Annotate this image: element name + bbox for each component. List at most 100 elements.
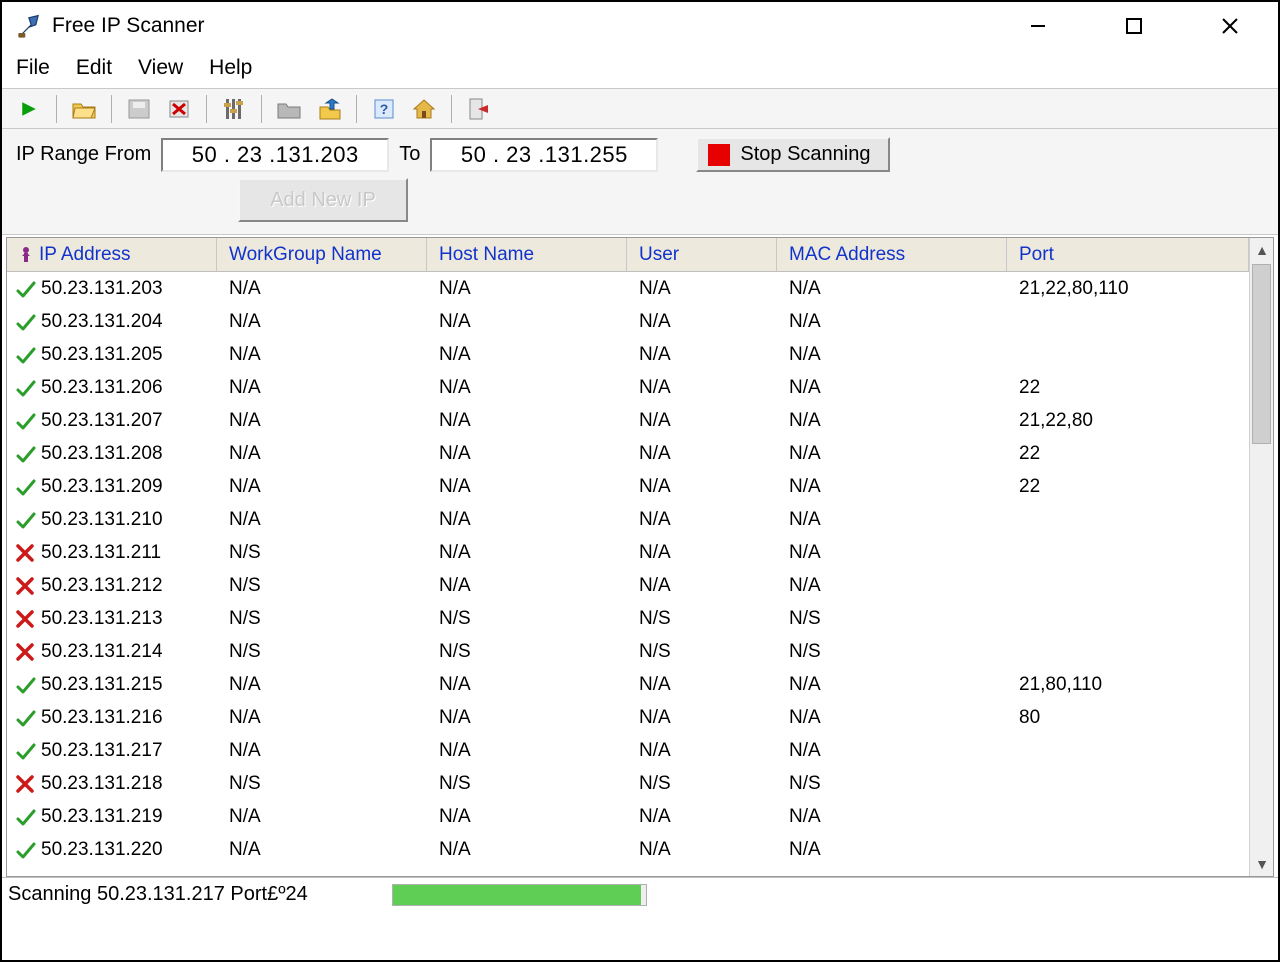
stop-scanning-label: Stop Scanning bbox=[740, 143, 870, 166]
scroll-down-icon[interactable]: ▼ bbox=[1250, 852, 1274, 876]
ip-value: 50.23.131.206 bbox=[41, 377, 163, 399]
cell-ip: 50.23.131.220 bbox=[7, 839, 217, 861]
cell-user: N/S bbox=[627, 608, 777, 630]
cell-ip: 50.23.131.216 bbox=[7, 707, 217, 729]
cell-hostname: N/A bbox=[427, 707, 627, 729]
table-row[interactable]: 50.23.131.211N/SN/AN/AN/A bbox=[7, 536, 1249, 569]
cell-workgroup: N/A bbox=[217, 410, 427, 432]
open-folder-icon[interactable] bbox=[67, 94, 101, 124]
menu-view[interactable]: View bbox=[138, 56, 183, 80]
ip-range-from-label: IP Range From bbox=[16, 143, 151, 166]
table-row[interactable]: 50.23.131.206N/AN/AN/AN/A22 bbox=[7, 371, 1249, 404]
cell-hostname: N/A bbox=[427, 509, 627, 531]
cell-user: N/A bbox=[627, 839, 777, 861]
folder-grey-icon[interactable] bbox=[272, 94, 306, 124]
export-icon[interactable] bbox=[312, 94, 346, 124]
check-icon bbox=[15, 708, 35, 728]
ip-value: 50.23.131.217 bbox=[41, 740, 163, 762]
cell-user: N/A bbox=[627, 542, 777, 564]
cell-ip: 50.23.131.206 bbox=[7, 377, 217, 399]
cell-ip: 50.23.131.210 bbox=[7, 509, 217, 531]
table-row[interactable]: 50.23.131.219N/AN/AN/AN/A bbox=[7, 800, 1249, 833]
table-row[interactable]: 50.23.131.210N/AN/AN/AN/A bbox=[7, 503, 1249, 536]
vertical-scrollbar[interactable]: ▲ ▼ bbox=[1249, 238, 1273, 876]
check-icon bbox=[15, 477, 35, 497]
table-row[interactable]: 50.23.131.217N/AN/AN/AN/A bbox=[7, 734, 1249, 767]
cell-hostname: N/A bbox=[427, 542, 627, 564]
check-icon bbox=[15, 675, 35, 695]
cell-mac: N/A bbox=[777, 509, 1007, 531]
cell-port: 21,22,80 bbox=[1007, 410, 1249, 432]
scroll-up-icon[interactable]: ▲ bbox=[1250, 238, 1274, 262]
ip-value: 50.23.131.216 bbox=[41, 707, 163, 729]
cross-icon bbox=[15, 609, 35, 629]
cell-hostname: N/S bbox=[427, 773, 627, 795]
table-row[interactable]: 50.23.131.205N/AN/AN/AN/A bbox=[7, 338, 1249, 371]
cell-ip: 50.23.131.209 bbox=[7, 476, 217, 498]
table-row[interactable]: 50.23.131.212N/SN/AN/AN/A bbox=[7, 569, 1249, 602]
ip-range-row: IP Range From 50 . 23 .131.203 To 50 . 2… bbox=[2, 129, 1278, 172]
stop-scanning-button[interactable]: Stop Scanning bbox=[696, 137, 890, 172]
cell-hostname: N/A bbox=[427, 278, 627, 300]
cell-hostname: N/A bbox=[427, 443, 627, 465]
check-icon bbox=[15, 279, 35, 299]
ip-to-input[interactable]: 50 . 23 .131.255 bbox=[430, 138, 658, 172]
sort-icon bbox=[19, 246, 33, 264]
cell-hostname: N/A bbox=[427, 674, 627, 696]
home-icon[interactable] bbox=[407, 94, 441, 124]
ip-value: 50.23.131.211 bbox=[41, 542, 161, 564]
column-header-user[interactable]: User bbox=[627, 238, 777, 271]
ip-value: 50.23.131.212 bbox=[41, 575, 163, 597]
cell-user: N/A bbox=[627, 278, 777, 300]
cell-mac: N/S bbox=[777, 641, 1007, 663]
minimize-button[interactable] bbox=[1020, 8, 1056, 44]
column-header-workgroup[interactable]: WorkGroup Name bbox=[217, 238, 427, 271]
menu-file[interactable]: File bbox=[16, 56, 50, 80]
cell-mac: N/A bbox=[777, 476, 1007, 498]
table-row[interactable]: 50.23.131.207N/AN/AN/AN/A21,22,80 bbox=[7, 404, 1249, 437]
table-row[interactable]: 50.23.131.213N/SN/SN/SN/S bbox=[7, 602, 1249, 635]
help-icon[interactable]: ? bbox=[367, 94, 401, 124]
cell-workgroup: N/A bbox=[217, 377, 427, 399]
column-header-mac[interactable]: MAC Address bbox=[777, 238, 1007, 271]
close-button[interactable] bbox=[1212, 8, 1248, 44]
table-row[interactable]: 50.23.131.214N/SN/SN/SN/S bbox=[7, 635, 1249, 668]
cell-user: N/S bbox=[627, 641, 777, 663]
ip-from-input[interactable]: 50 . 23 .131.203 bbox=[161, 138, 389, 172]
start-scan-icon[interactable] bbox=[12, 94, 46, 124]
column-header-ip[interactable]: IP Address bbox=[7, 238, 217, 271]
cell-workgroup: N/A bbox=[217, 740, 427, 762]
cell-hostname: N/A bbox=[427, 806, 627, 828]
table-row[interactable]: 50.23.131.209N/AN/AN/AN/A22 bbox=[7, 470, 1249, 503]
ip-value: 50.23.131.215 bbox=[41, 674, 163, 696]
cell-workgroup: N/S bbox=[217, 641, 427, 663]
cell-workgroup: N/S bbox=[217, 773, 427, 795]
cell-workgroup: N/A bbox=[217, 707, 427, 729]
cell-user: N/A bbox=[627, 707, 777, 729]
maximize-button[interactable] bbox=[1116, 8, 1152, 44]
table-row[interactable]: 50.23.131.215N/AN/AN/AN/A21,80,110 bbox=[7, 668, 1249, 701]
table-row[interactable]: 50.23.131.216N/AN/AN/AN/A80 bbox=[7, 701, 1249, 734]
table-row[interactable]: 50.23.131.218N/SN/SN/SN/S bbox=[7, 767, 1249, 800]
toolbar: ? bbox=[2, 89, 1278, 129]
cell-mac: N/A bbox=[777, 839, 1007, 861]
options-icon[interactable] bbox=[217, 94, 251, 124]
cell-workgroup: N/A bbox=[217, 806, 427, 828]
cell-mac: N/A bbox=[777, 377, 1007, 399]
menu-help[interactable]: Help bbox=[209, 56, 252, 80]
cross-icon bbox=[15, 543, 35, 563]
column-header-port[interactable]: Port bbox=[1007, 238, 1249, 271]
column-header-hostname[interactable]: Host Name bbox=[427, 238, 627, 271]
exit-icon[interactable] bbox=[462, 94, 496, 124]
menu-edit[interactable]: Edit bbox=[76, 56, 112, 80]
table-row[interactable]: 50.23.131.204N/AN/AN/AN/A bbox=[7, 305, 1249, 338]
delete-icon[interactable] bbox=[162, 94, 196, 124]
table-row[interactable]: 50.23.131.203N/AN/AN/AN/A21,22,80,110 bbox=[7, 272, 1249, 305]
scroll-thumb[interactable] bbox=[1252, 264, 1271, 444]
check-icon bbox=[15, 444, 35, 464]
table-row[interactable]: 50.23.131.208N/AN/AN/AN/A22 bbox=[7, 437, 1249, 470]
cell-mac: N/A bbox=[777, 740, 1007, 762]
cell-workgroup: N/A bbox=[217, 344, 427, 366]
titlebar: Free IP Scanner bbox=[2, 2, 1278, 50]
table-row[interactable]: 50.23.131.220N/AN/AN/AN/A bbox=[7, 833, 1249, 866]
